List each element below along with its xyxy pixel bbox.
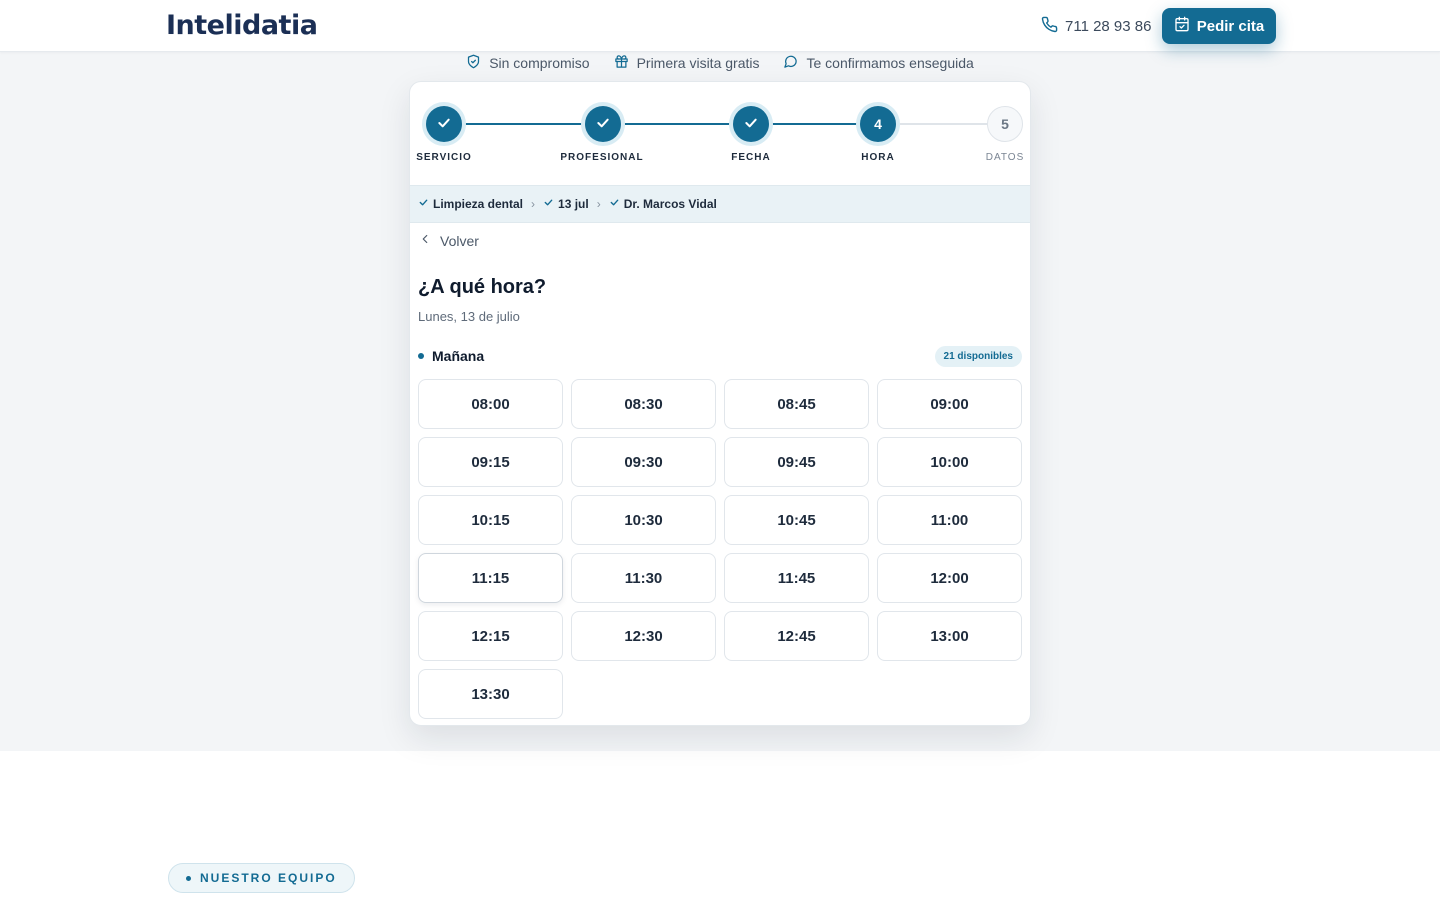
benefit-item: Te confirmamos enseguida <box>783 52 974 74</box>
summary-item: Limpieza dental <box>418 197 523 211</box>
step-4-circle[interactable]: 4 <box>860 106 896 142</box>
step-label: HORA <box>861 152 895 163</box>
time-slot[interactable]: 12:45 <box>724 611 869 661</box>
book-appointment-label: Pedir cita <box>1196 17 1265 35</box>
time-slot[interactable]: 08:30 <box>571 379 716 429</box>
site-header: Intelidatia 711 28 93 86 Pedir cita <box>0 0 1440 52</box>
time-slot[interactable]: 10:30 <box>571 495 716 545</box>
time-slot[interactable]: 12:15 <box>418 611 563 661</box>
shield-check-icon <box>466 54 481 72</box>
step-3-circle[interactable] <box>733 106 769 142</box>
availability-badge: 21 disponibles <box>934 346 1022 367</box>
time-slot[interactable]: 10:15 <box>418 495 563 545</box>
time-slot[interactable]: 09:30 <box>571 437 716 487</box>
step-2-circle[interactable] <box>585 106 621 142</box>
period-label: Mañana <box>432 348 485 364</box>
time-slot[interactable]: 09:00 <box>877 379 1022 429</box>
time-slot[interactable]: 11:00 <box>877 495 1022 545</box>
time-slot-grid: 08:00 08:30 08:45 09:00 09:15 09:30 09:4… <box>418 379 1024 719</box>
back-label: Volver <box>440 232 479 249</box>
selected-date: Lunes, 13 de julio <box>418 309 520 324</box>
benefits-bar: Sin compromiso Primera visita gratis Te … <box>0 52 1440 74</box>
phone-icon <box>1041 16 1058 37</box>
time-slot[interactable]: 09:45 <box>724 437 869 487</box>
time-slot[interactable]: 08:00 <box>418 379 563 429</box>
time-slot[interactable]: 10:00 <box>877 437 1022 487</box>
progress-stepper: 4 5 SERVICIO PROFESIONAL FECHA HORA DATO… <box>410 82 1030 185</box>
benefit-label: Sin compromiso <box>489 55 590 71</box>
phone-link[interactable]: 711 28 93 86 <box>1041 16 1151 37</box>
gift-icon <box>614 54 629 72</box>
step-connector <box>462 123 603 125</box>
time-slot[interactable]: 10:45 <box>724 495 869 545</box>
time-slot[interactable]: 11:30 <box>571 553 716 603</box>
phone-number: 711 28 93 86 <box>1065 18 1152 35</box>
summary-professional: Dr. Marcos Vidal <box>623 197 717 211</box>
step-label: PROFESIONAL <box>560 152 644 163</box>
time-slot[interactable]: 08:45 <box>724 379 869 429</box>
step-title: ¿A qué hora? <box>418 276 547 298</box>
check-icon <box>418 197 429 211</box>
time-slot[interactable]: 12:00 <box>877 553 1022 603</box>
time-slot[interactable]: 13:30 <box>418 669 563 719</box>
time-slot[interactable]: 11:15 <box>418 553 563 603</box>
benefit-label: Primera visita gratis <box>636 55 760 71</box>
time-slot[interactable]: 13:00 <box>877 611 1022 661</box>
step-label: FECHA <box>731 152 771 163</box>
step-connector <box>897 123 987 125</box>
back-button[interactable]: Volver <box>418 232 479 249</box>
benefit-item: Primera visita gratis <box>614 52 760 74</box>
chevron-right-icon: › <box>531 197 536 211</box>
calendar-icon <box>1174 16 1190 36</box>
team-section-pill: NUESTRO EQUIPO <box>168 863 355 893</box>
book-appointment-button[interactable]: Pedir cita <box>1162 8 1276 44</box>
time-slot[interactable]: 11:45 <box>724 553 869 603</box>
step-label: DATOS <box>985 152 1025 163</box>
check-icon <box>436 115 452 134</box>
time-slot[interactable]: 09:15 <box>418 437 563 487</box>
brand-logo[interactable]: Intelidatia <box>166 10 318 41</box>
summary-service: Limpieza dental <box>433 197 524 211</box>
check-icon <box>743 115 759 134</box>
step-1-circle[interactable] <box>426 106 462 142</box>
booking-card: 4 5 SERVICIO PROFESIONAL FECHA HORA DATO… <box>409 81 1031 726</box>
selection-summary: Limpieza dental › 13 jul › Dr. Marcos Vi… <box>410 185 1030 223</box>
step-5-circle: 5 <box>987 106 1023 142</box>
benefit-item: Sin compromiso <box>466 52 590 74</box>
team-section-label: NUESTRO EQUIPO <box>200 871 337 885</box>
chevron-left-icon <box>418 232 432 249</box>
summary-item: Dr. Marcos Vidal <box>609 197 717 211</box>
check-icon <box>595 115 611 134</box>
summary-date: 13 jul <box>558 197 589 211</box>
benefit-label: Te confirmamos enseguida <box>806 55 974 71</box>
chevron-right-icon: › <box>596 197 601 211</box>
summary-item: 13 jul <box>543 197 589 211</box>
time-slot[interactable]: 12:30 <box>571 611 716 661</box>
step-label: SERVICIO <box>416 152 472 163</box>
pill-dot <box>186 875 191 881</box>
period-dot <box>418 353 424 359</box>
check-icon <box>609 197 620 211</box>
period-heading: Mañana <box>418 348 484 364</box>
chat-bubble-icon <box>783 54 798 72</box>
step-connector <box>621 123 751 125</box>
check-icon <box>543 197 554 211</box>
